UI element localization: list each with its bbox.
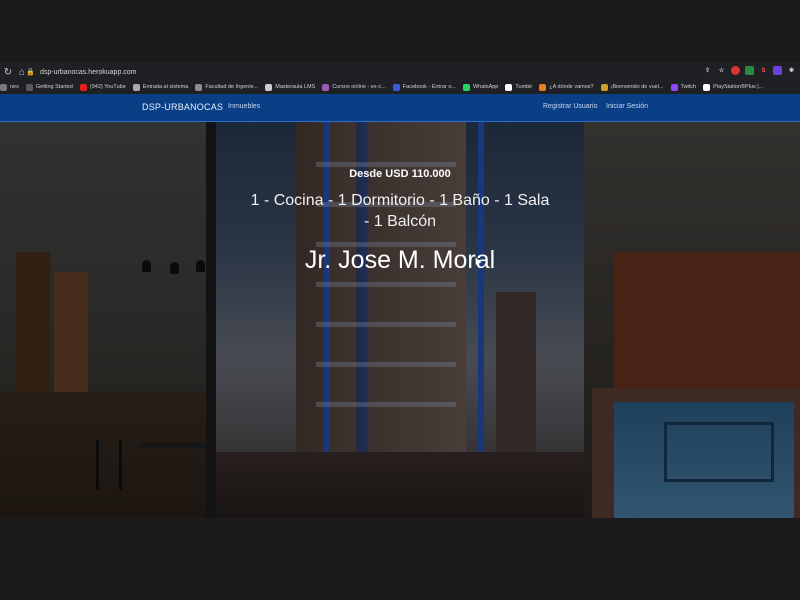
address-bar[interactable]: 🔒 dsp-urbanocas.herokuapp.com: [22, 66, 722, 78]
bookmark-favicon-icon: [25, 83, 33, 91]
bookmark-item[interactable]: Twitch: [670, 83, 697, 91]
nav-link-inmuebles[interactable]: Inmuebles: [228, 103, 260, 110]
screen: ↻ ⌂ 🔒 dsp-urbanocas.herokuapp.com ⇪ ☆ S …: [0, 0, 800, 600]
bookmarks-bar: nes Getting Started (942) YouTube Entrada a…: [0, 81, 800, 93]
bookmark-label: WhatsApp: [472, 84, 499, 90]
property-features: 1 - Cocina - 1 Dormitorio - 1 Baño - 1 S…: [250, 192, 550, 230]
bookmark-item[interactable]: nes: [0, 83, 19, 91]
bookmark-item[interactable]: WhatsApp: [462, 83, 499, 91]
property-title[interactable]: Jr. Jose M. Moral: [216, 246, 584, 275]
site-brand[interactable]: DSP-URBANOCAS: [142, 102, 223, 112]
bookmark-favicon-icon: [79, 83, 87, 91]
bookmark-label: ¿A dónde vamos?: [549, 84, 594, 90]
bookmark-label: Twitch: [680, 84, 697, 90]
extension-icon[interactable]: [745, 66, 754, 75]
bookmark-label: Facultad de Ingenie...: [205, 84, 259, 90]
bookmark-label: (942) YouTube: [89, 84, 126, 90]
reload-icon[interactable]: ↻: [2, 67, 14, 78]
bookmark-label: PlayStation®Plus |...: [713, 84, 764, 90]
nav-link-registrar[interactable]: Registrar Usuario: [543, 103, 597, 110]
bookmark-favicon-icon: [462, 83, 470, 91]
puzzle-icon[interactable]: ✱: [787, 66, 796, 75]
bookmark-item[interactable]: Masteraula LMS: [265, 83, 316, 91]
bookmark-label: nes: [10, 84, 19, 90]
bookmark-item[interactable]: Facebook - Entrar o...: [392, 83, 456, 91]
bookmark-favicon-icon: [539, 83, 547, 91]
bookmark-item[interactable]: PlayStation®Plus |...: [703, 83, 764, 91]
bookmark-favicon-icon: [132, 83, 140, 91]
bookmark-label: Facebook - Entrar o...: [402, 84, 456, 90]
extension-icon[interactable]: [773, 66, 782, 75]
bookmark-item[interactable]: ¡Bienvenido de vuel...: [600, 83, 664, 91]
bookmark-item[interactable]: (942) YouTube: [79, 83, 126, 91]
bookmark-item[interactable]: Getting Started: [25, 83, 73, 91]
bookmark-item[interactable]: Cursos online - ex-c...: [322, 83, 386, 91]
bookmark-label: Masteraula LMS: [275, 84, 316, 90]
hero-carousel[interactable]: [0, 122, 800, 518]
share-icon[interactable]: ⇪: [703, 66, 712, 75]
bookmark-favicon-icon: [505, 83, 513, 91]
bookmark-label: Tumblr: [515, 84, 533, 90]
bookmark-item[interactable]: Tumblr: [505, 83, 533, 91]
bookmark-favicon-icon: [670, 83, 678, 91]
property-price: Desde USD 110.000: [349, 168, 451, 180]
url-text: dsp-urbanocas.herokuapp.com: [40, 68, 137, 76]
bookmark-label: Getting Started: [35, 84, 73, 90]
bookmark-favicon-icon: [265, 83, 273, 91]
bookmark-label: Entrada al sistema: [142, 84, 189, 90]
bookmark-favicon-icon: [195, 83, 203, 91]
extensions-bar: ⇪ ☆ S ✱: [703, 66, 796, 75]
bookmark-item[interactable]: ¿A dónde vamos?: [539, 83, 594, 91]
bookmark-favicon-icon: [322, 83, 330, 91]
lock-icon: 🔒: [26, 69, 35, 76]
bookmark-star-icon[interactable]: ☆: [717, 66, 726, 75]
bookmark-favicon-icon: [392, 83, 400, 91]
bookmark-favicon-icon: [0, 83, 7, 91]
bookmark-favicon-icon: [703, 83, 711, 91]
bookmark-label: Cursos online - ex-c...: [332, 84, 386, 90]
extension-icon[interactable]: [731, 66, 740, 75]
bookmark-item[interactable]: Facultad de Ingenie...: [195, 83, 259, 91]
nav-link-login[interactable]: Iniciar Sesión: [606, 103, 648, 110]
extension-icon[interactable]: S: [759, 66, 768, 75]
site-navbar: DSP-URBANOCAS Inmuebles Registrar Usuari…: [0, 94, 800, 122]
bookmark-label: ¡Bienvenido de vuel...: [610, 84, 664, 90]
bookmark-favicon-icon: [600, 83, 608, 91]
bookmark-item[interactable]: Entrada al sistema: [132, 83, 189, 91]
hero-overlay: [0, 122, 800, 518]
